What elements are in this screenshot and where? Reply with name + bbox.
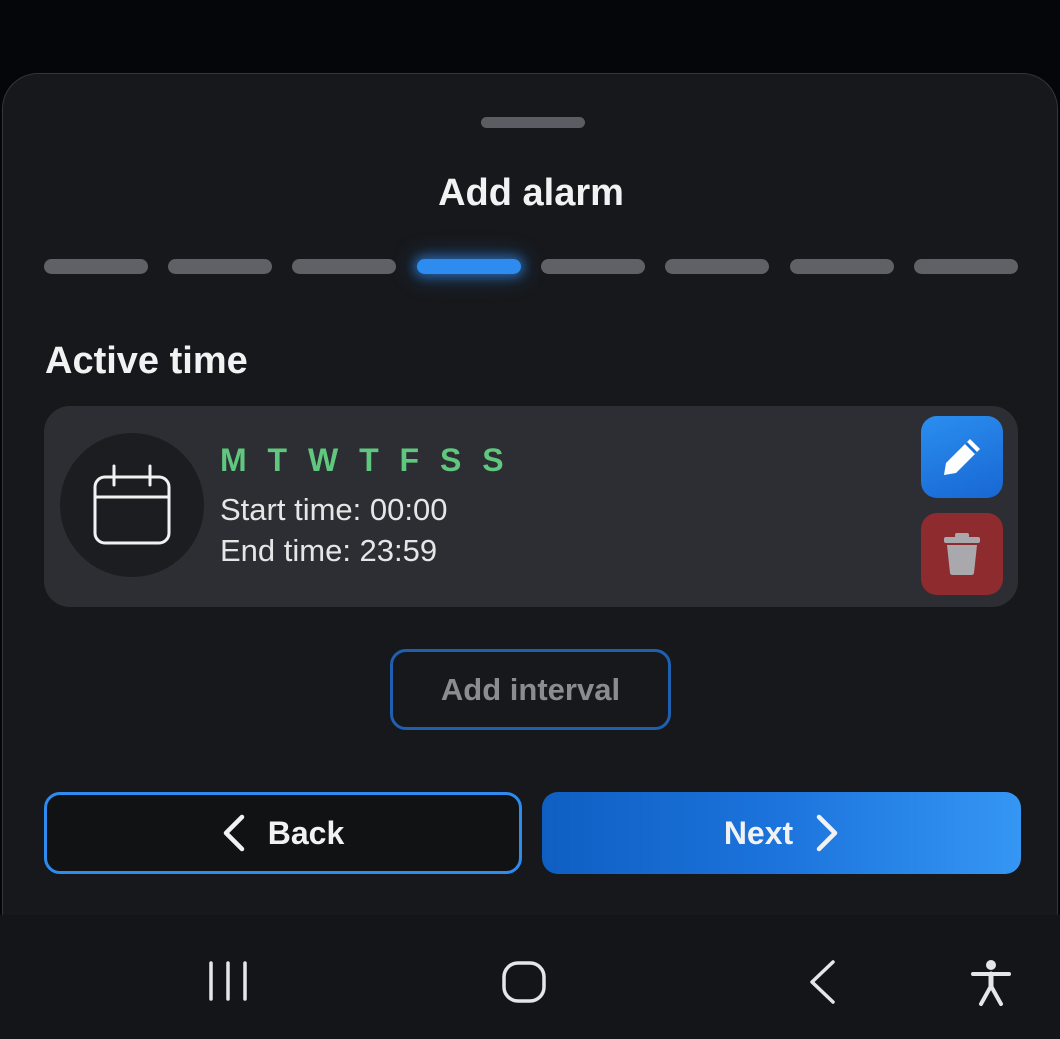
accessibility-icon[interactable]: [969, 959, 1013, 1007]
back-button-label: Back: [267, 814, 345, 851]
step-indicator-2: [168, 259, 272, 274]
section-title: Active time: [45, 340, 248, 382]
interval-card: M T W T F S S Start time: 00:00 End time…: [44, 406, 1018, 607]
step-indicator-1: [44, 259, 148, 274]
step-progress: [44, 259, 1018, 275]
next-button[interactable]: Next: [542, 792, 1021, 874]
step-indicator-6: [665, 259, 769, 274]
step-indicator-3: [292, 259, 396, 274]
step-indicator-8: [914, 259, 1018, 274]
delete-interval-button[interactable]: [921, 513, 1003, 595]
pencil-icon: [944, 439, 980, 475]
chevron-left-icon: [223, 814, 244, 852]
back-icon[interactable]: [806, 959, 838, 1005]
bottom-sheet: Add alarm Active time M T W T F S S Star…: [2, 73, 1058, 915]
calendar-icon: [93, 464, 171, 545]
step-indicator-5: [541, 259, 645, 274]
calendar-icon-badge: [60, 433, 204, 577]
step-indicator-4-active: [417, 259, 521, 274]
trash-icon: [944, 533, 980, 575]
back-button[interactable]: Back: [44, 792, 522, 874]
next-button-label: Next: [723, 814, 794, 851]
edit-interval-button[interactable]: [921, 416, 1003, 498]
step-indicator-7: [790, 259, 894, 274]
add-interval-button[interactable]: Add interval: [390, 649, 671, 730]
screen: Add alarm Active time M T W T F S S Star…: [0, 0, 1060, 1039]
chevron-right-icon: [816, 814, 838, 852]
recents-icon[interactable]: [206, 960, 250, 1002]
end-time: End time: 23:59: [220, 533, 438, 568]
sheet-title: Add alarm: [438, 172, 624, 214]
system-navigation-bar: [0, 915, 1060, 1039]
active-days: M T W T F S S: [220, 442, 510, 478]
sheet-drag-handle[interactable]: [481, 117, 585, 128]
start-time: Start time: 00:00: [220, 492, 448, 527]
home-icon[interactable]: [501, 960, 547, 1004]
